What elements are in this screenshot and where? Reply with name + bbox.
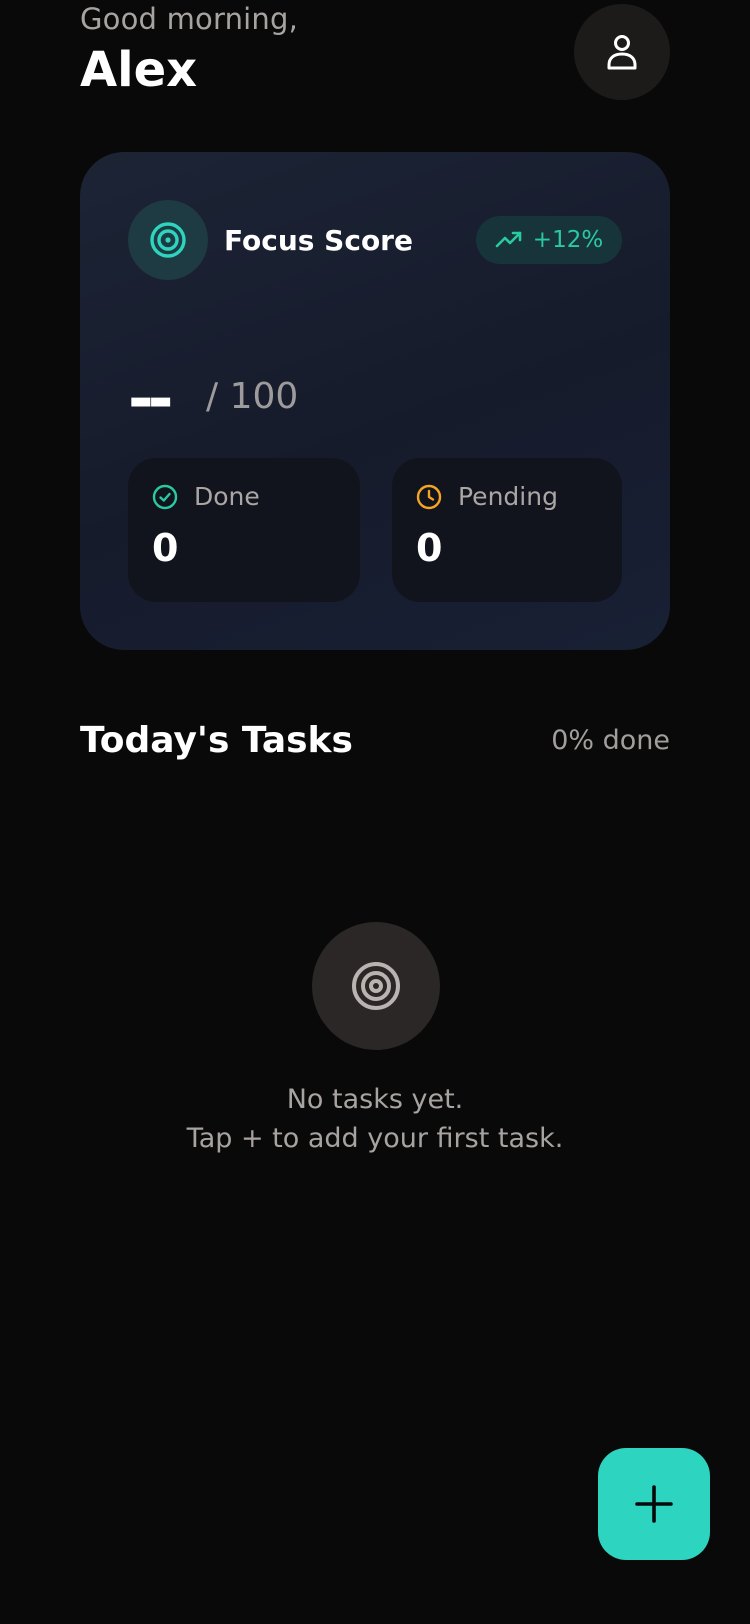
- empty-state-message: No tasks yet. Tap + to add your first ta…: [0, 1080, 750, 1158]
- empty-state-line-1: No tasks yet.: [286, 1084, 464, 1115]
- user-icon: [607, 35, 637, 70]
- pending-count: 0: [416, 526, 443, 570]
- profile-button[interactable]: [574, 4, 670, 100]
- tasks-progress-label: 0% done: [551, 725, 670, 756]
- check-circle-icon: [152, 484, 178, 509]
- focus-score-title: Focus Score: [224, 224, 413, 257]
- clock-icon: [416, 484, 442, 509]
- plus-icon: [635, 1485, 673, 1523]
- target-icon: [150, 222, 186, 258]
- focus-score-value: --: [128, 362, 174, 435]
- empty-state-line-2: Tap + to add your first task.: [186, 1123, 564, 1154]
- user-name: Alex: [80, 42, 198, 98]
- trending-up-icon: [495, 231, 522, 248]
- target-icon: [352, 962, 400, 1010]
- trend-badge: +12%: [476, 216, 622, 264]
- tasks-section-title: Today's Tasks: [80, 720, 353, 761]
- add-task-button[interactable]: [598, 1448, 710, 1560]
- pending-stat-header: Pending: [416, 482, 558, 511]
- pending-stat-card: Pending 0: [392, 458, 622, 602]
- done-stat-header: Done: [152, 482, 260, 511]
- done-count: 0: [152, 526, 179, 570]
- empty-state-icon-badge: [312, 922, 440, 1050]
- focus-score-max: / 100: [206, 376, 299, 417]
- done-label: Done: [194, 482, 260, 511]
- trend-label: +12%: [532, 227, 604, 253]
- done-stat-card: Done 0: [128, 458, 360, 602]
- pending-label: Pending: [458, 482, 558, 511]
- focus-score-card[interactable]: Focus Score +12% -- / 100 Done 0 Pending…: [80, 152, 670, 650]
- greeting-text: Good morning,: [80, 2, 299, 36]
- focus-icon-badge: [128, 200, 208, 280]
